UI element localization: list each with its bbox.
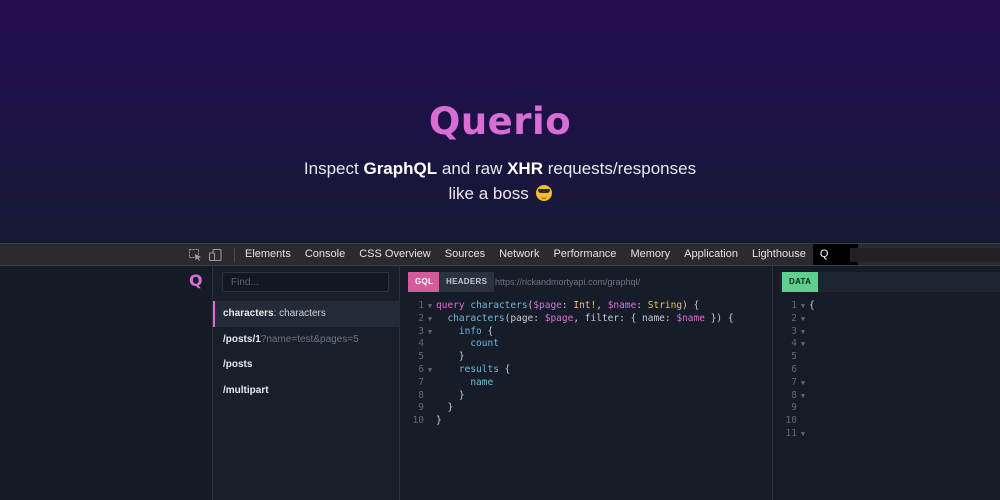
code-line: 1 ▼ query characters($page: Int!, $name: S… [418, 300, 700, 311]
request-list: characters: characters /posts/1?name=tes… [213, 266, 400, 500]
code-line: 8 } [418, 389, 465, 401]
fold-toggle-icon: ▼ [800, 340, 806, 349]
response-code[interactable]: 1 ▼{ 2 ▼ 3 ▼ 4 ▼ 5 6 7 ▼ 8 ▼ 9 10 11 ▼ [781, 300, 815, 441]
code-line: 3 ▼ info { [418, 325, 494, 337]
fold-toggle-icon: ▼ [800, 378, 806, 387]
querio-logo-icon: Q [189, 271, 203, 290]
tab-headers[interactable]: HEADERS [439, 272, 495, 292]
code-line: 10 } [412, 415, 442, 427]
tab-overflow-area [850, 248, 1000, 262]
request-name: /multipart [223, 385, 269, 396]
tab-application[interactable]: Application [677, 244, 745, 265]
tab-gql[interactable]: GQL [408, 272, 441, 292]
request-operation: : characters [273, 308, 326, 319]
tagline-text: Inspect [303, 159, 364, 178]
code-line: 7 name [418, 376, 494, 388]
tab-performance[interactable]: Performance [546, 244, 623, 265]
tagline-text: and raw [437, 159, 508, 178]
fold-toggle-icon: ▼ [427, 327, 433, 336]
code-line: 11 ▼ [781, 428, 815, 441]
request-item-characters[interactable]: characters: characters [213, 301, 400, 327]
fold-toggle-icon: ▼ [800, 302, 806, 310]
fold-toggle-icon: ▼ [800, 429, 806, 438]
tab-elements[interactable]: Elements [238, 244, 298, 265]
tagline-line-1: Inspect GraphQL and raw XHR requests/res… [0, 156, 1000, 181]
tab-lighthouse[interactable]: Lighthouse [745, 244, 813, 265]
tab-console[interactable]: Console [298, 244, 352, 265]
sunglasses-emoji-icon [535, 185, 552, 201]
tab-sources[interactable]: Sources [438, 244, 492, 265]
hero-banner: Querio Inspect GraphQL and raw XHR reque… [0, 0, 1000, 243]
code-line: 2 ▼ characters(page: $page, filter: { nam… [418, 312, 734, 324]
tab-network[interactable]: Network [492, 244, 546, 265]
code-line: 1 ▼{ [791, 300, 815, 311]
tagline-text: like a boss [448, 184, 529, 203]
app-title: Querio [428, 100, 572, 143]
tagline-xhr: XHR [507, 159, 543, 178]
tagline-text: requests/responses [542, 159, 697, 178]
request-name: /posts/1 [223, 334, 261, 345]
request-name: characters [223, 308, 274, 319]
request-url: https://rickandmortyapi.com/graphql/ [495, 277, 641, 287]
devtools-toolbar: Elements Console CSS Overview Sources Ne… [0, 243, 1000, 266]
code-line: 9 [791, 402, 797, 414]
tagline: Inspect GraphQL and raw XHR requests/res… [0, 156, 1000, 206]
request-name: /posts [223, 359, 253, 370]
fold-toggle-icon: ▼ [800, 314, 806, 323]
code-line: 4 ▼ [781, 338, 815, 351]
tab-data[interactable]: DATA [782, 272, 819, 292]
code-line: 8 ▼ [781, 390, 815, 403]
query-editor: GQL HEADERS https://rickandmortyapi.com/… [400, 266, 773, 500]
code-line: 5 [791, 351, 797, 363]
code-line: 6 ▼ results { [418, 363, 511, 375]
code-line: 10 [785, 415, 797, 427]
tab-css-overview[interactable]: CSS Overview [352, 244, 438, 265]
fold-toggle-icon: ▼ [800, 327, 806, 336]
code-line: 4 count [418, 338, 499, 350]
request-item-multipart[interactable]: /multipart [213, 378, 400, 404]
fold-toggle-icon: ▼ [427, 314, 433, 323]
code-line: 9 } [418, 402, 454, 414]
request-item-posts-1[interactable]: /posts/1?name=test&pages=5 [213, 327, 400, 353]
code-line: 5 } [418, 351, 465, 363]
code-line: 7 ▼ [781, 377, 815, 390]
fold-toggle-icon: ▼ [800, 391, 806, 400]
fold-toggle-icon: ▼ [427, 302, 433, 310]
search-input[interactable] [222, 272, 389, 292]
querio-panel: Q characters: characters /posts/1?name=t… [0, 266, 1000, 500]
request-query-string: ?name=test&pages=5 [260, 334, 359, 345]
tagline-line-2: like a boss [0, 181, 1000, 206]
response-viewer: DATA 1 ▼{ 2 ▼ 3 ▼ 4 ▼ 5 6 7 ▼ 8 ▼ 9 10 11 ▼ [773, 266, 1000, 500]
tagline-graphql: GraphQL [363, 159, 438, 178]
inspect-element-icon[interactable] [189, 249, 202, 261]
request-item-posts[interactable]: /posts [213, 352, 400, 378]
code-line: 2 ▼ [781, 313, 815, 326]
graphql-code[interactable]: 1 ▼ query characters($page: Int!, $name: S… [408, 300, 734, 428]
toolbar-divider [234, 248, 235, 262]
code-line: 6 [791, 363, 797, 375]
left-rail: Q [0, 266, 213, 500]
fold-toggle-icon: ▼ [427, 365, 433, 374]
devtools-tabs: Elements Console CSS Overview Sources Ne… [238, 244, 859, 265]
tab-memory[interactable]: Memory [623, 244, 677, 265]
code-line: 3 ▼ [781, 326, 815, 339]
device-toolbar-icon[interactable] [209, 249, 222, 261]
